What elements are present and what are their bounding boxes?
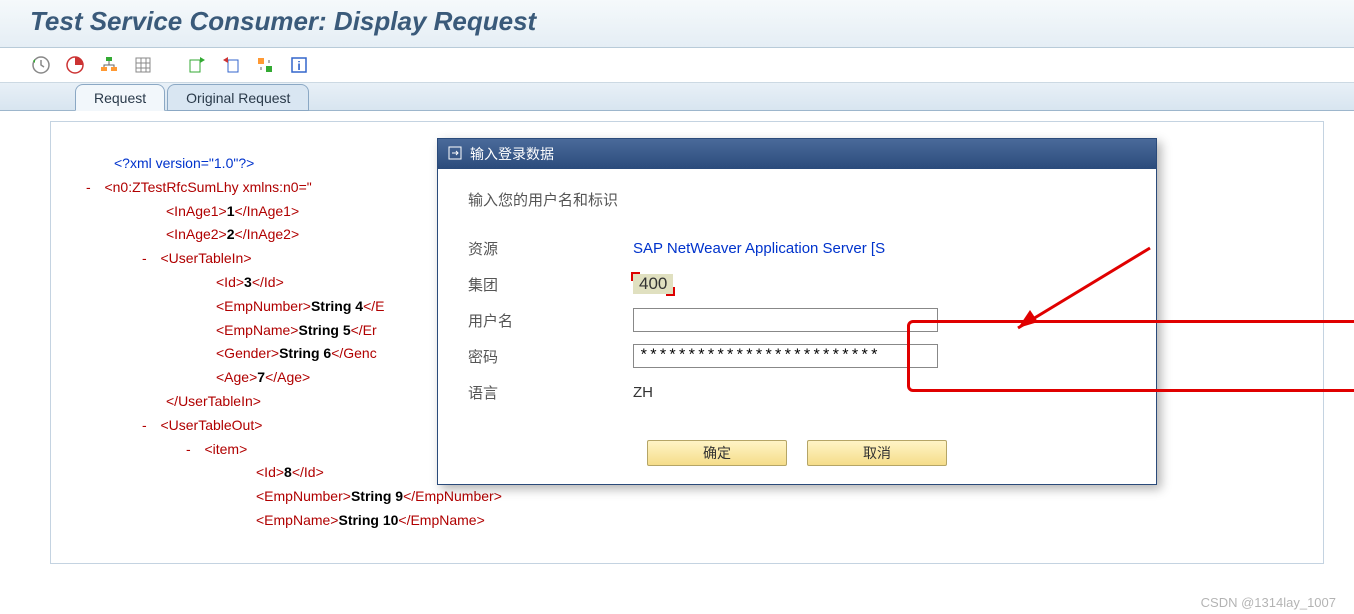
toolbar: i: [0, 48, 1354, 83]
import-icon[interactable]: [220, 54, 242, 76]
tab-strip: Request Original Request: [0, 83, 1354, 111]
resource-value: SAP NetWeaver Application Server [S: [633, 240, 885, 257]
pie-icon[interactable]: [64, 54, 86, 76]
language-label: 语言: [468, 382, 633, 403]
inage2-value: 2: [227, 226, 235, 242]
hierarchy-icon[interactable]: [98, 54, 120, 76]
collapse-toggle[interactable]: -: [142, 250, 147, 266]
client-field[interactable]: 400: [633, 274, 673, 294]
language-value: ZH: [633, 384, 653, 401]
inage1-value: 1: [227, 203, 235, 219]
compare-icon[interactable]: [254, 54, 276, 76]
password-input[interactable]: [633, 344, 938, 368]
password-label: 密码: [468, 346, 633, 367]
collapse-toggle[interactable]: -: [86, 179, 91, 195]
resource-label: 资源: [468, 238, 633, 259]
xml-declaration: <?xml version="1.0"?>: [114, 155, 254, 171]
gender-value: String 6: [279, 345, 331, 361]
empname-value: String 5: [298, 322, 350, 338]
page-title: Test Service Consumer: Display Request: [30, 6, 1340, 37]
login-dialog: 输入登录数据 输入您的用户名和标识 资源 SAP NetWeaver Appli…: [437, 138, 1157, 485]
client-label: 集团: [468, 274, 633, 295]
empnumber-value: String 4: [311, 298, 363, 314]
ok-button[interactable]: 确定: [647, 440, 787, 466]
dialog-icon: [448, 146, 462, 163]
id2-value: 8: [284, 464, 292, 480]
empnumber2-value: String 9: [351, 488, 403, 504]
clock-back-icon[interactable]: [30, 54, 52, 76]
export-icon[interactable]: [186, 54, 208, 76]
dialog-intro: 输入您的用户名和标识: [468, 189, 1126, 210]
info-icon[interactable]: i: [288, 54, 310, 76]
cancel-button[interactable]: 取消: [807, 440, 947, 466]
watermark: CSDN @1314lay_1007: [1201, 595, 1336, 610]
dialog-title: 输入登录数据: [470, 144, 554, 164]
id-value: 3: [244, 274, 252, 290]
empname2-value: String 10: [338, 512, 398, 528]
title-bar: Test Service Consumer: Display Request: [0, 0, 1354, 48]
collapse-toggle[interactable]: -: [186, 441, 191, 457]
tab-original-request[interactable]: Original Request: [167, 84, 309, 111]
svg-text:i: i: [297, 59, 300, 73]
username-input[interactable]: [633, 308, 938, 332]
collapse-toggle[interactable]: -: [142, 417, 147, 433]
age-value: 7: [257, 369, 265, 385]
tab-request[interactable]: Request: [75, 84, 165, 111]
grid-icon[interactable]: [132, 54, 154, 76]
separator: [166, 54, 174, 76]
username-label: 用户名: [468, 310, 633, 331]
dialog-titlebar[interactable]: 输入登录数据: [438, 139, 1156, 169]
